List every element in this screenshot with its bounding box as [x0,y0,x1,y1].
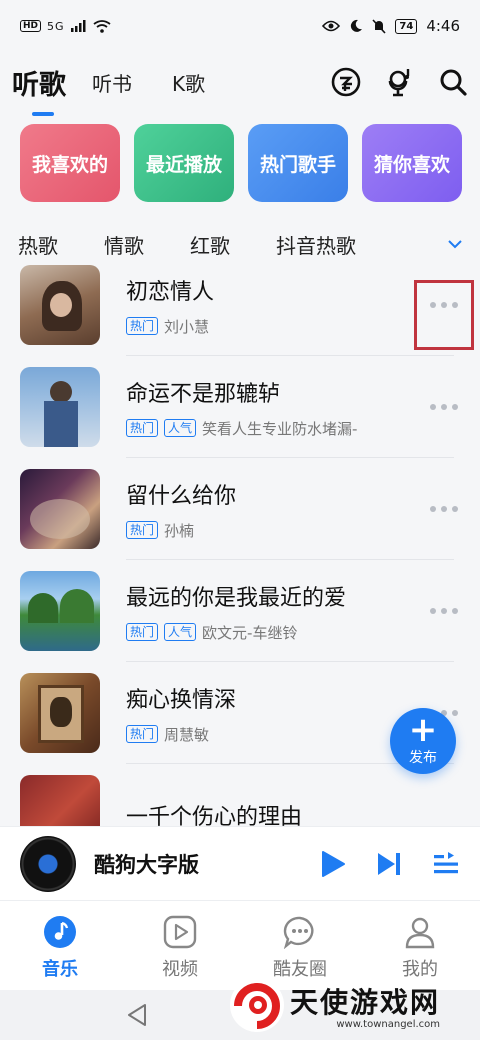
song-row[interactable]: 最远的你是我最近的爱 热门 人气 欧文元-车继铃 [0,560,480,662]
chat-bubble-icon [283,916,314,949]
mute-bell-icon [372,18,386,34]
hot-badge: 热门 [126,623,159,641]
song-row[interactable]: 命运不是那辘轳 热门 人气 笑看人生专业防水堵漏- [0,356,480,458]
card-recent[interactable]: 最近播放 [134,124,234,202]
song-recognition-icon[interactable] [384,66,416,98]
hot-badge: 热门 [126,725,159,743]
album-cover [20,469,100,549]
now-playing-title: 酷狗大字版 [94,852,199,877]
signal-indicator: 5G [47,19,65,33]
song-title: 一千个伤心的理由 [126,805,303,826]
person-icon [405,917,435,949]
album-cover [20,571,100,651]
playlist-icon[interactable] [432,850,460,878]
play-icon[interactable] [320,850,346,878]
annotation-highlight-box [414,280,474,350]
more-dots-icon [430,506,458,512]
free-mode-icon[interactable] [330,66,362,98]
next-track-icon[interactable] [376,851,402,877]
popular-badge: 人气 [164,419,197,437]
search-icon[interactable] [438,67,468,97]
watermark-title: 天使游戏网 [290,985,441,1019]
tab-listen-books[interactable]: 听书 [92,68,132,97]
more-options-button[interactable] [414,581,474,641]
tab-karaoke[interactable]: K歌 [172,68,205,97]
music-note-icon [44,916,76,948]
song-artist: 刘小慧 [164,317,210,336]
song-row[interactable]: 留什么给你 热门 孙楠 [0,458,480,560]
nav-music[interactable]: 音乐 [0,901,120,990]
song-artist: 周慧敏 [164,725,210,744]
vinyl-disc-icon[interactable] [20,835,76,892]
status-bar: HD 5G 74 4:46 [0,0,480,52]
song-artist: 欧文元-车继铃 [202,623,298,642]
tab-listen-songs[interactable]: 听歌 [12,63,66,116]
top-tab-bar: 听歌 听书 K歌 [0,52,480,116]
more-dots-icon [430,404,458,410]
card-guess-you-like[interactable]: 猜你喜欢 [362,124,462,202]
song-row[interactable]: 一千个伤心的理由 [0,764,480,826]
hot-badge: 热门 [126,419,159,437]
song-row[interactable]: 初恋情人 热门 刘小慧 [0,254,480,356]
song-title: 最远的你是我最近的爱 [126,585,347,611]
hd-indicator: HD [20,20,42,32]
mini-player[interactable]: 酷狗大字版 [0,826,480,900]
battery-indicator: 74 [395,18,418,34]
watermark-logo-icon [230,978,284,1032]
album-cover [20,673,100,753]
category-cards: 我喜欢的 最近播放 热门歌手 猜你喜欢 [20,124,462,202]
card-favorites[interactable]: 我喜欢的 [20,124,120,202]
chevron-down-icon[interactable] [448,239,462,249]
song-artist: 笑看人生专业防水堵漏- [202,419,358,438]
song-title: 初恋情人 [126,279,215,305]
nav-video[interactable]: 视频 [120,901,240,990]
hot-badge: 热门 [126,521,159,539]
hot-badge: 热门 [126,317,159,335]
album-cover [20,775,100,826]
wifi-icon [93,19,111,33]
publish-button[interactable]: + 发布 [390,708,456,774]
plus-icon: + [408,710,438,750]
album-cover [20,367,100,447]
nav-label: 视频 [162,959,198,980]
song-title: 痴心换情深 [126,687,237,713]
publish-label: 发布 [409,750,437,766]
app-screen: HD 5G 74 4:46 听歌 听书 K歌 我喜欢的 最近播放 热门歌手 猜你… [0,0,480,1040]
eye-icon [322,20,341,32]
song-artist: 孙楠 [164,521,195,540]
card-hot-singers[interactable]: 热门歌手 [248,124,348,202]
signal-bars-icon [70,20,86,32]
back-triangle-icon[interactable] [126,1003,148,1027]
more-dots-icon [430,608,458,614]
clock: 4:46 [426,17,460,35]
watermark: 天使游戏网 www.townangel.com [228,970,480,1040]
more-options-button[interactable] [414,377,474,437]
album-cover [20,265,100,345]
more-options-button[interactable] [414,479,474,539]
popular-badge: 人气 [164,623,197,641]
moon-icon [351,19,363,32]
nav-label: 音乐 [42,959,78,980]
song-title: 留什么给你 [126,483,237,509]
song-title: 命运不是那辘轳 [126,381,281,407]
video-icon [163,915,197,949]
